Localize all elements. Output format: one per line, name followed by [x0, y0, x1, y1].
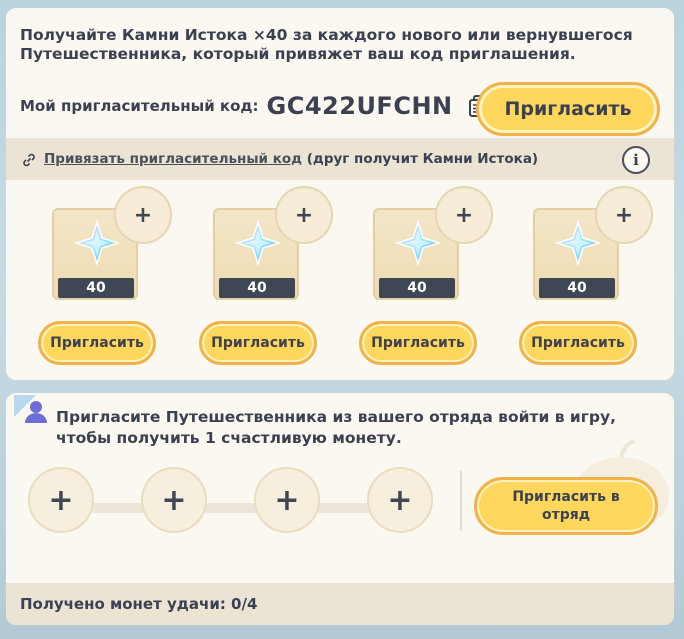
- reward-quantity: 40: [539, 278, 615, 298]
- invite-to-team-button[interactable]: Пригласить в отряд: [474, 477, 658, 535]
- team-slot-add-button[interactable]: +: [141, 467, 207, 533]
- lucky-coins-status: Получено монет удачи: 0/4: [20, 595, 258, 613]
- bind-code-bar: Привязать пригласительный код (друг полу…: [6, 138, 674, 180]
- add-friend-button[interactable]: +: [275, 186, 333, 244]
- slot-invite-button[interactable]: Пригласить: [38, 321, 156, 365]
- add-friend-button[interactable]: +: [114, 186, 172, 244]
- reward-quantity: 40: [58, 278, 134, 298]
- reward-quantity: 40: [379, 278, 455, 298]
- divider: [460, 471, 462, 531]
- primogem-icon: [395, 220, 441, 266]
- reward-slot: 40 + Пригласить: [359, 186, 493, 365]
- slot-invite-button[interactable]: Пригласить: [199, 321, 317, 365]
- team-member-icon: [14, 395, 47, 423]
- invite-code-value: GC422UFCHN: [266, 92, 453, 120]
- team-slot-add-button[interactable]: +: [28, 467, 94, 533]
- invite-code-row: Мой пригласительный код: GC422UFCHN: [20, 86, 489, 126]
- primogem-icon: [74, 220, 120, 266]
- reward-slot: 40 + Пригласить: [519, 186, 653, 365]
- referral-card: Получайте Камни Истока ×40 за каждого но…: [6, 8, 674, 380]
- team-slot-add-button[interactable]: +: [254, 467, 320, 533]
- add-friend-button[interactable]: +: [435, 186, 493, 244]
- bind-code-note: (друг получит Камни Истока): [302, 151, 539, 167]
- bind-code-link[interactable]: Привязать пригласительный код: [44, 151, 302, 167]
- invite-button[interactable]: Пригласить: [476, 82, 660, 136]
- team-invite-card: Пригласите Путешественника из вашего отр…: [6, 393, 674, 625]
- referral-description: Получайте Камни Истока ×40 за каждого но…: [20, 26, 633, 63]
- primogem-icon: [235, 220, 281, 266]
- slot-invite-button[interactable]: Пригласить: [519, 321, 637, 365]
- bind-code-text: Привязать пригласительный код (друг полу…: [44, 151, 538, 167]
- link-icon: [22, 152, 36, 167]
- primogem-icon: [555, 220, 601, 266]
- slot-invite-button[interactable]: Пригласить: [359, 321, 477, 365]
- reward-slot: 40 + Пригласить: [199, 186, 333, 365]
- invite-code-label: Мой пригласительный код:: [20, 97, 259, 115]
- team-slot-add-button[interactable]: +: [367, 467, 433, 533]
- info-icon[interactable]: i: [622, 146, 650, 174]
- team-slot-track: [66, 503, 416, 513]
- reward-slot: 40 + Пригласить: [38, 186, 172, 365]
- lucky-coins-bar: Получено монет удачи: 0/4: [6, 583, 674, 625]
- add-friend-button[interactable]: +: [595, 186, 653, 244]
- reward-quantity: 40: [219, 278, 295, 298]
